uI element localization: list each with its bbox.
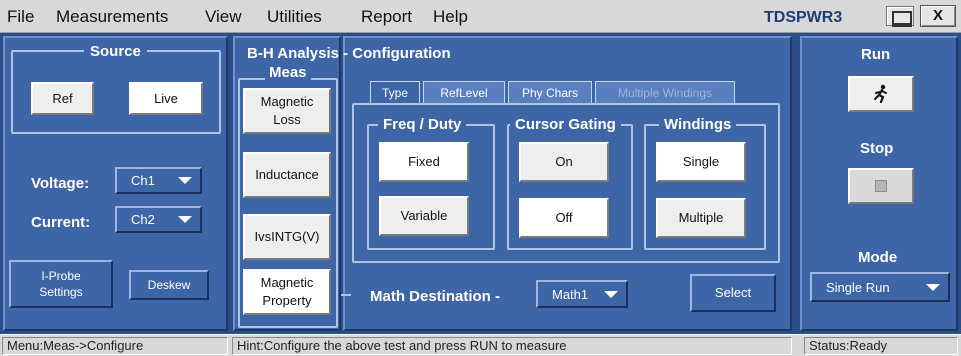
- math-destination-dropdown[interactable]: Math1: [536, 280, 628, 308]
- voltage-dropdown[interactable]: Ch1: [115, 167, 202, 194]
- meas-inductance-button[interactable]: Inductance: [243, 152, 331, 198]
- deskew-button[interactable]: Deskew: [129, 270, 209, 300]
- run-label: Run: [861, 46, 891, 63]
- meas-ivsintg-button[interactable]: IvsINTG(V): [243, 214, 331, 260]
- meas-item-label: Inductance: [255, 167, 319, 183]
- tab-phy-chars[interactable]: Phy Chars: [508, 81, 592, 104]
- status-hint: Hint:Configure the above test and press …: [232, 337, 792, 355]
- app-brand: TDSPWR3: [764, 9, 843, 26]
- running-man-icon: [874, 84, 887, 104]
- status-bar: Menu:Meas->Configure Hint:Configure the …: [0, 334, 961, 356]
- meas-magnetic-property-button[interactable]: Magnetic Property: [243, 269, 331, 315]
- single-button[interactable]: Single: [656, 142, 746, 182]
- chevron-down-icon: [178, 177, 192, 184]
- cursor-gating-title: Cursor Gating: [510, 116, 621, 133]
- chevron-down-icon: [178, 216, 192, 223]
- cursor-off-button[interactable]: Off: [519, 198, 609, 238]
- cursor-on-button[interactable]: On: [519, 142, 609, 182]
- menu-file[interactable]: File: [7, 7, 34, 27]
- tab-reflevel[interactable]: RefLevel: [423, 81, 505, 104]
- status-state: Status:Ready: [804, 337, 958, 355]
- control-panel: Run Stop Mode Single Run: [800, 36, 958, 331]
- stop-icon: [875, 180, 887, 192]
- current-dropdown[interactable]: Ch2: [115, 206, 202, 233]
- mode-dropdown[interactable]: Single Run: [810, 272, 950, 302]
- mode-label: Mode: [858, 249, 898, 266]
- ref-button[interactable]: Ref: [31, 82, 94, 115]
- stop-label: Stop: [860, 140, 894, 157]
- run-button[interactable]: [848, 76, 914, 112]
- source-panel: Source Ref Live Voltage: Ch1 Current: Ch…: [3, 36, 228, 331]
- connector-line: [341, 294, 351, 296]
- current-value: Ch2: [131, 212, 155, 227]
- windings-title: Windings: [659, 116, 737, 133]
- meas-item-label: IvsINTG(V): [254, 229, 320, 245]
- menu-bar: File Measurements View Utilities Report …: [0, 0, 961, 33]
- menu-report[interactable]: Report: [361, 7, 412, 27]
- multiple-button[interactable]: Multiple: [656, 198, 746, 238]
- iprobe-line2: Settings: [39, 285, 83, 299]
- iprobe-line1: I-Probe: [41, 268, 81, 283]
- menu-help[interactable]: Help: [433, 7, 468, 27]
- iprobe-settings-button[interactable]: I-Probe Settings: [9, 260, 113, 308]
- mode-value: Single Run: [826, 279, 890, 295]
- meas-item-label: Property: [262, 293, 312, 308]
- tab-type[interactable]: Type: [370, 81, 420, 104]
- math-destination-label: Math Destination -: [370, 288, 500, 305]
- math-destination-value: Math1: [552, 286, 589, 302]
- meas-item-label: Loss: [273, 112, 301, 127]
- source-title: Source: [84, 43, 147, 60]
- voltage-value: Ch1: [131, 173, 155, 188]
- select-button[interactable]: Select: [690, 274, 776, 312]
- fixed-button[interactable]: Fixed: [379, 142, 469, 182]
- meas-panel: Meas Magnetic Loss Inductance IvsINTG(V)…: [233, 36, 341, 331]
- stop-button[interactable]: [848, 168, 914, 204]
- menu-utilities[interactable]: Utilities: [267, 7, 322, 27]
- meas-title: Meas: [265, 64, 311, 81]
- voltage-label: Voltage:: [31, 175, 90, 192]
- live-button[interactable]: Live: [129, 82, 203, 115]
- tab-multiple-windings[interactable]: Multiple Windings: [595, 81, 735, 104]
- page-title: B-H Analysis - Configuration: [247, 45, 451, 62]
- menu-view[interactable]: View: [205, 7, 242, 27]
- meas-magnetic-loss-button[interactable]: Magnetic Loss: [243, 88, 331, 134]
- close-button[interactable]: X: [920, 5, 956, 27]
- menu-measurements[interactable]: Measurements: [56, 7, 168, 27]
- current-label: Current:: [31, 214, 91, 231]
- meas-item-label: Magnetic: [260, 94, 314, 110]
- meas-item-label: Magnetic: [260, 275, 314, 291]
- variable-button[interactable]: Variable: [379, 196, 469, 236]
- status-menu: Menu:Meas->Configure: [2, 337, 228, 355]
- chevron-down-icon: [604, 290, 618, 298]
- freq-duty-title: Freq / Duty: [378, 116, 467, 133]
- minimize-icon[interactable]: [886, 6, 914, 27]
- chevron-down-icon: [926, 283, 940, 291]
